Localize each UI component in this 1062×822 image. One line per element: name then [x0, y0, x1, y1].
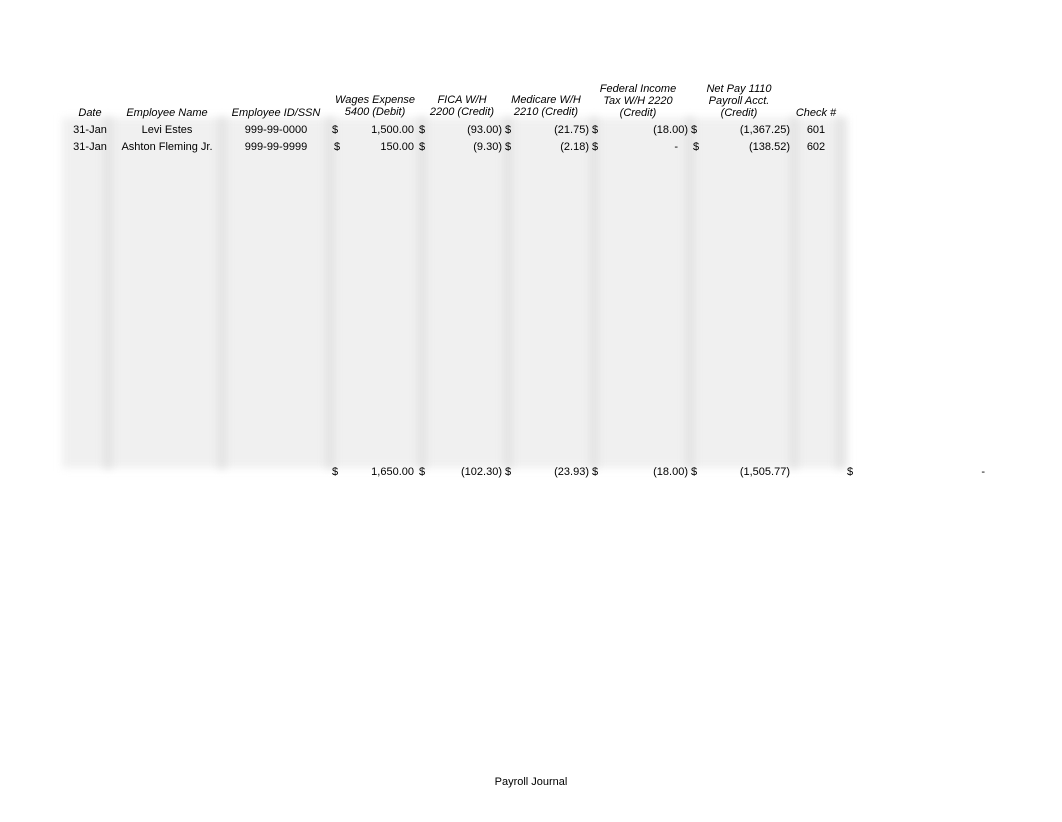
total-fica: (102.30) [461, 466, 502, 478]
header-medicare: Medicare W/H 2210 (Credit) [504, 94, 588, 118]
header-fed-line3: (Credit) [619, 107, 657, 119]
cell-employee-name: Ashton Fleming Jr. [121, 141, 213, 153]
cell-federal-tax: (18.00) [653, 124, 688, 136]
currency-symbol: $ [691, 124, 698, 136]
currency-symbol: $ [505, 466, 512, 478]
currency-symbol: $ [691, 466, 698, 478]
header-employee-id: Employee ID/SSN [231, 107, 321, 119]
cell-net-pay: (1,367.25) [739, 124, 790, 136]
header-medicare-line1: Medicare W/H [511, 94, 581, 106]
header-fica: FICA W/H 2200 (Credit) [420, 94, 504, 118]
currency-symbol: $ [505, 124, 512, 136]
total-wages: 1,650.00 [371, 466, 414, 478]
currency-symbol: $ [332, 466, 339, 478]
total-medicare: (23.93) [554, 466, 589, 478]
cell-net-pay: (138.52) [749, 141, 790, 153]
cell-federal-tax: - [674, 141, 678, 153]
header-net-line1: Net Pay 1110 [706, 83, 772, 95]
total-extra: - [981, 466, 985, 478]
header-federal-tax: Federal Income Tax W/H 2220 (Credit) [590, 83, 686, 119]
column-divider [326, 118, 334, 468]
blurred-table-region [62, 118, 848, 468]
header-fed-line1: Federal Income [599, 83, 677, 95]
header-fica-line1: FICA W/H [437, 94, 487, 106]
currency-symbol: $ [592, 141, 599, 153]
cell-wages: 1,500.00 [371, 124, 414, 136]
currency-symbol: $ [419, 141, 426, 153]
total-net-pay: (1,505.77) [739, 466, 790, 478]
currency-symbol: $ [419, 124, 426, 136]
header-medicare-line2: 2210 (Credit) [513, 106, 579, 118]
cell-employee-id: 999-99-0000 [244, 124, 308, 136]
header-employee-name: Employee Name [126, 107, 208, 119]
cell-wages: 150.00 [380, 141, 414, 153]
header-fed-line2: Tax W/H 2220 [603, 95, 673, 107]
cell-date: 31-Jan [73, 141, 107, 153]
header-wages-line1: Wages Expense [335, 94, 415, 106]
cell-employee-id: 999-99-9999 [244, 141, 308, 153]
cell-check-number: 601 [806, 124, 826, 136]
header-net-line3: (Credit) [720, 107, 758, 119]
currency-symbol: $ [592, 124, 599, 136]
header-wages: Wages Expense 5400 (Debit) [330, 94, 420, 118]
cell-fica: (9.30) [473, 141, 502, 153]
column-divider [790, 118, 798, 468]
currency-symbol: $ [693, 141, 700, 153]
cell-date: 31-Jan [73, 124, 107, 136]
column-divider [686, 118, 694, 468]
column-divider [504, 118, 512, 468]
currency-symbol: $ [847, 466, 854, 478]
cell-check-number: 602 [806, 141, 826, 153]
sheet-name-footer: Payroll Journal [494, 776, 568, 788]
header-net-pay: Net Pay 1110 Payroll Acct. (Credit) [690, 83, 788, 119]
currency-symbol: $ [419, 466, 426, 478]
column-divider [418, 118, 426, 468]
column-divider [836, 118, 844, 468]
cell-employee-name: Levi Estes [141, 124, 193, 136]
header-check-number: Check # [795, 107, 837, 119]
cell-fica: (93.00) [467, 124, 502, 136]
currency-symbol: $ [332, 124, 339, 136]
column-divider [590, 118, 598, 468]
header-wages-line2: 5400 (Debit) [344, 106, 406, 118]
header-net-line2: Payroll Acct. [708, 95, 770, 107]
cell-medicare: (2.18) [560, 141, 589, 153]
cell-medicare: (21.75) [554, 124, 589, 136]
column-divider [104, 118, 112, 468]
header-fica-line2: 2200 (Credit) [429, 106, 495, 118]
column-divider [218, 118, 226, 468]
currency-symbol: $ [592, 466, 599, 478]
currency-symbol: $ [505, 141, 512, 153]
header-date: Date [78, 107, 102, 119]
total-federal-tax: (18.00) [653, 466, 688, 478]
